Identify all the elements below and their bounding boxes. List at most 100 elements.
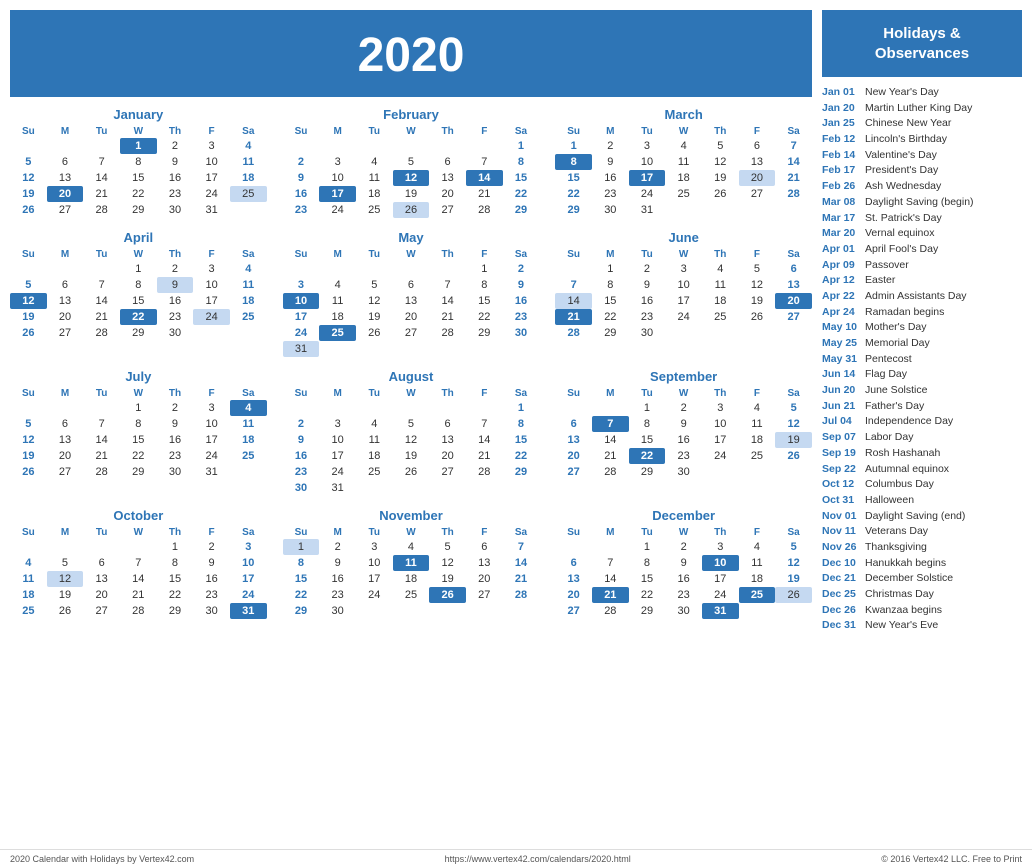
holiday-date: Feb 12	[822, 132, 860, 147]
calendar-day: 27	[775, 309, 812, 325]
calendar-day	[555, 539, 592, 555]
calendar-day	[429, 261, 466, 277]
calendar-day: 6	[739, 138, 776, 154]
holiday-item: Jan 01New Year's Day	[822, 85, 1022, 100]
calendar-day: 6	[775, 261, 812, 277]
day-header: W	[393, 387, 430, 400]
holidays-section: Holidays &Observances Jan 01New Year's D…	[822, 10, 1022, 835]
calendar-day	[393, 400, 430, 416]
calendar-day: 27	[393, 325, 430, 341]
holiday-name: Hanukkah begins	[865, 556, 946, 571]
calendar-day: 15	[120, 432, 157, 448]
calendar-day	[319, 341, 356, 357]
calendar-day: 30	[319, 603, 356, 619]
calendar-day: 10	[702, 416, 739, 432]
calendar-day: 14	[592, 571, 629, 587]
holiday-item: Dec 25Christmas Day	[822, 587, 1022, 602]
calendar-day: 19	[10, 186, 47, 202]
calendar-day: 26	[47, 603, 84, 619]
calendar-day: 5	[10, 416, 47, 432]
calendar-day: 16	[592, 170, 629, 186]
calendar-day: 25	[230, 309, 267, 325]
calendar-day	[319, 400, 356, 416]
calendar-day	[120, 539, 157, 555]
calendar-day: 23	[503, 309, 540, 325]
calendar-day: 26	[10, 202, 47, 218]
calendar-day	[702, 202, 739, 218]
day-header: Su	[283, 387, 320, 400]
calendar-day: 20	[47, 186, 84, 202]
calendar-day: 12	[393, 170, 430, 186]
calendar-day: 23	[283, 202, 320, 218]
calendar-day: 20	[775, 293, 812, 309]
calendar-day: 12	[10, 170, 47, 186]
holiday-name: New Year's Eve	[865, 618, 938, 633]
calendar-day: 27	[555, 603, 592, 619]
calendar-day: 4	[356, 154, 393, 170]
calendar-day: 18	[356, 186, 393, 202]
calendar-day: 14	[83, 432, 120, 448]
calendar-day: 26	[702, 186, 739, 202]
calendar-day: 10	[283, 293, 320, 309]
calendar-day: 16	[157, 432, 194, 448]
calendar-day: 18	[702, 293, 739, 309]
calendar-day	[702, 464, 739, 480]
holiday-date: Sep 22	[822, 462, 860, 477]
calendar-day	[230, 325, 267, 341]
calendar-day: 27	[47, 325, 84, 341]
calendar-day: 16	[283, 186, 320, 202]
calendar-day: 22	[120, 309, 157, 325]
day-header: W	[393, 526, 430, 539]
holiday-item: Apr 09Passover	[822, 258, 1022, 273]
calendar-day	[393, 480, 430, 496]
calendar-day: 22	[503, 448, 540, 464]
calendar-day: 7	[120, 555, 157, 571]
calendar-day: 21	[83, 448, 120, 464]
calendar-day: 1	[629, 400, 666, 416]
calendar-day: 5	[356, 277, 393, 293]
calendar-day: 25	[702, 309, 739, 325]
calendar-day: 10	[319, 432, 356, 448]
calendar-day: 30	[629, 325, 666, 341]
calendar-day	[429, 400, 466, 416]
calendar-day: 17	[319, 186, 356, 202]
calendar-day	[47, 261, 84, 277]
calendar-day: 22	[283, 587, 320, 603]
calendar-day: 24	[629, 186, 666, 202]
calendar-day: 28	[83, 202, 120, 218]
calendar-day	[10, 400, 47, 416]
calendar-day: 13	[466, 555, 503, 571]
calendar-day	[356, 261, 393, 277]
calendar-day: 8	[120, 154, 157, 170]
calendar-day: 7	[83, 416, 120, 432]
calendar-day	[10, 539, 47, 555]
calendar-day	[393, 603, 430, 619]
holiday-item: Jun 14Flag Day	[822, 367, 1022, 382]
calendar-day: 19	[393, 186, 430, 202]
calendar-day: 12	[739, 277, 776, 293]
holiday-item: May 31Pentecost	[822, 352, 1022, 367]
day-header: F	[739, 387, 776, 400]
holiday-date: Jan 25	[822, 116, 860, 131]
calendar-day: 3	[319, 416, 356, 432]
calendar-day: 15	[120, 293, 157, 309]
calendar-day: 8	[120, 416, 157, 432]
calendar-day: 29	[503, 202, 540, 218]
day-header: Tu	[83, 526, 120, 539]
calendar-day: 19	[429, 571, 466, 587]
holiday-date: Apr 09	[822, 258, 860, 273]
holiday-date: Dec 25	[822, 587, 860, 602]
holiday-name: Easter	[865, 273, 895, 288]
calendar-day: 19	[356, 309, 393, 325]
calendar-day	[555, 261, 592, 277]
day-header: M	[47, 125, 84, 138]
calendar-day: 15	[503, 432, 540, 448]
calendar-day: 18	[393, 571, 430, 587]
holiday-item: Feb 17President's Day	[822, 163, 1022, 178]
day-header: M	[592, 526, 629, 539]
month-title: June	[555, 230, 812, 245]
calendar-day: 11	[356, 170, 393, 186]
calendar-day: 9	[283, 432, 320, 448]
calendar-day	[193, 325, 230, 341]
month-title: February	[283, 107, 540, 122]
